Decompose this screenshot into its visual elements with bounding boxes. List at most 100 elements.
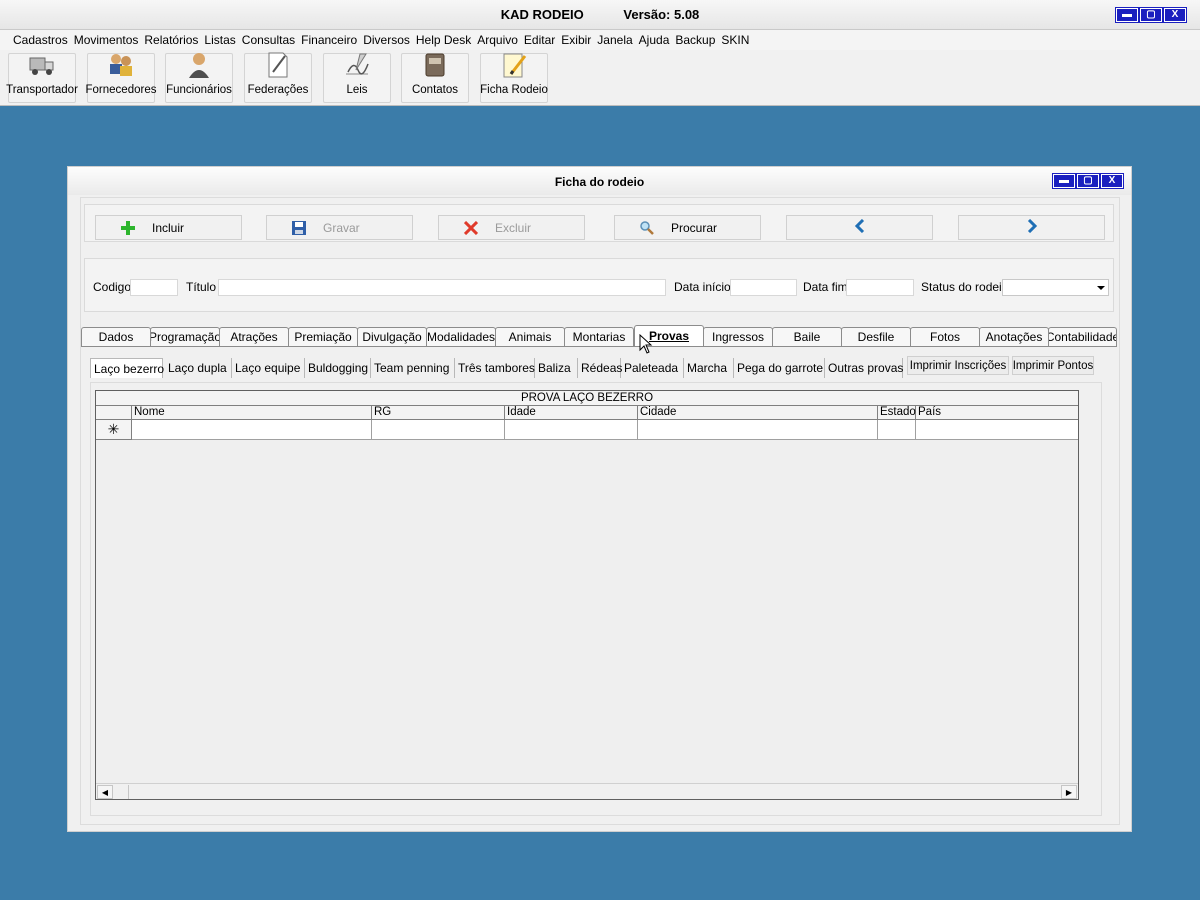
tab-premiacao[interactable]: Premiação [288,327,358,346]
mouse-pointer-icon [639,333,653,357]
app-window-controls: ▬ ▢ X [1115,7,1187,23]
menu-backup[interactable]: Backup [672,33,718,47]
column-header-idade[interactable]: Idade [505,406,638,420]
tab-baile[interactable]: Baile [772,327,842,346]
toolbar-federacoes-button[interactable]: Federações [244,52,312,103]
menubar: Cadastros Movimentos Relatórios Listas C… [0,30,1200,50]
print-pontos-button[interactable]: Imprimir Pontos [1012,356,1094,375]
delete-button[interactable]: Excluir [438,215,585,240]
app-minimize-button[interactable]: ▬ [1115,7,1139,23]
toolbar-label: Leis [346,84,368,96]
previous-record-button[interactable] [786,215,933,240]
toolbar-leis-button[interactable]: Leis [323,53,391,103]
new-row-cell-pais[interactable] [916,420,1078,440]
column-header-estado[interactable]: Estado [878,406,916,420]
subtab-team-penning[interactable]: Team penning [371,358,455,378]
menu-cadastros[interactable]: Cadastros [10,33,71,47]
main-tabs: Dados Programação Atrações Premiação Div… [81,325,1121,346]
menu-arquivo[interactable]: Arquivo [474,33,521,47]
tab-anotacoes[interactable]: Anotações [979,327,1049,346]
tab-modalidades[interactable]: Modalidades [426,327,496,346]
status-select[interactable] [1002,279,1109,296]
child-content: Incluir Gravar Excluir Procurar Codigo T… [80,197,1120,825]
subtab-buldogging[interactable]: Buldogging [305,358,371,378]
chevron-right-icon [1026,218,1038,236]
child-titlebar[interactable]: Ficha do rodeio ▬ ▢ X [68,167,1131,195]
menu-ajuda[interactable]: Ajuda [636,33,673,47]
tab-ingressos[interactable]: Ingressos [703,327,773,346]
app-close-button[interactable]: X [1163,7,1187,23]
tab-programacao[interactable]: Programação [150,327,220,346]
toolbar-label: Fornecedores [85,84,157,96]
toolbar-funcionarios-button[interactable]: Funcionários [165,53,233,103]
toolbar-label: Funcionários [166,84,232,96]
tab-dados[interactable]: Dados [81,327,151,346]
titulo-input[interactable] [218,279,666,296]
scroll-thumb[interactable] [113,785,129,799]
app-titlebar[interactable]: KAD RODEIO Versão: 5.08 ▬ ▢ X [0,0,1200,30]
tab-atracoes[interactable]: Atrações [219,327,289,346]
subtab-laco-equipe[interactable]: Laço equipe [232,358,305,378]
child-close-button[interactable]: X [1100,173,1124,189]
new-row-cell-estado[interactable] [878,420,916,440]
menu-movimentos[interactable]: Movimentos [71,33,142,47]
tab-animais[interactable]: Animais [495,327,565,346]
menu-janela[interactable]: Janela [594,33,635,47]
menu-listas[interactable]: Listas [201,33,238,47]
tab-divulgacao[interactable]: Divulgação [357,327,427,346]
tab-fotos[interactable]: Fotos [910,327,980,346]
new-row-cell-idade[interactable] [505,420,638,440]
menu-help-desk[interactable]: Help Desk [413,33,474,47]
menu-diversos[interactable]: Diversos [360,33,413,47]
child-title: Ficha do rodeio [554,175,645,189]
search-button[interactable]: Procurar [614,215,761,240]
menu-editar[interactable]: Editar [521,33,558,47]
subtab-outras-provas[interactable]: Outras provas [825,358,903,378]
child-minimize-button[interactable]: ▬ [1052,173,1076,189]
scroll-left-icon[interactable]: ◀ [97,785,113,799]
column-header-nome[interactable]: Nome [132,406,372,420]
tab-contabilidade[interactable]: Contabilidade [1048,327,1117,346]
ficha-rodeio-window: Ficha do rodeio ▬ ▢ X Incluir Gravar Exc… [67,166,1132,832]
subtab-baliza[interactable]: Baliza [535,358,578,378]
menu-relatorios[interactable]: Relatórios [141,33,201,47]
data-inicio-label: Data início [674,280,731,294]
subtab-paleteada[interactable]: Paleteada [621,358,684,378]
data-fim-label: Data fim [803,280,848,294]
delete-label: Excluir [495,220,532,235]
toolbar-transportador-button[interactable]: Transportador [6,53,78,103]
tab-montarias[interactable]: Montarias [564,327,634,346]
menu-consultas[interactable]: Consultas [239,33,298,47]
child-maximize-button[interactable]: ▢ [1076,173,1100,189]
scroll-right-icon[interactable]: ▶ [1061,785,1077,799]
column-header-cidade[interactable]: Cidade [638,406,878,420]
menu-exibir[interactable]: Exibir [558,33,594,47]
app-maximize-button[interactable]: ▢ [1139,7,1163,23]
codigo-input[interactable] [130,279,178,296]
menu-financeiro[interactable]: Financeiro [298,33,360,47]
save-button[interactable]: Gravar [266,215,413,240]
include-button[interactable]: Incluir [95,215,242,240]
new-row-cell-rg[interactable] [372,420,505,440]
subtab-redeas[interactable]: Rédeas [578,358,622,378]
subtab-marcha[interactable]: Marcha [684,358,734,378]
subtab-tres-tambores[interactable]: Três tambores [455,358,535,378]
toolbar-contatos-button[interactable]: Contatos [401,53,469,103]
print-inscricoes-button[interactable]: Imprimir Inscrições [907,356,1009,375]
include-label: Incluir [152,220,185,235]
subtab-laco-dupla[interactable]: Laço dupla [165,358,232,378]
toolbar-ficha-rodeio-button[interactable]: Ficha Rodeio [480,53,548,103]
next-record-button[interactable] [958,215,1105,240]
horizontal-scrollbar[interactable]: ◀ ▶ [96,783,1078,799]
new-row-cell-cidade[interactable] [638,420,878,440]
new-row-cell-nome[interactable] [132,420,372,440]
data-inicio-input[interactable] [730,279,797,296]
column-header-pais[interactable]: País [916,406,1078,420]
subtab-laco-bezerro[interactable]: Laço bezerro [90,358,164,378]
toolbar-fornecedores-button[interactable]: Fornecedores [85,53,157,103]
tab-desfile[interactable]: Desfile [841,327,911,346]
menu-skin[interactable]: SKIN [718,33,752,47]
column-header-rg[interactable]: RG [372,406,505,420]
subtab-pega-do-garrote[interactable]: Pega do garrote [734,358,825,378]
data-fim-input[interactable] [846,279,914,296]
